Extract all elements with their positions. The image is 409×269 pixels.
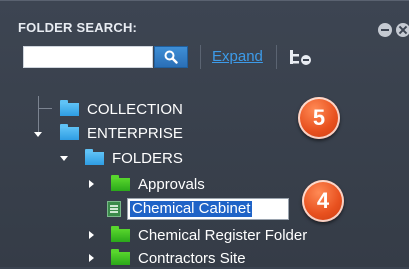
tree-item-label: Chemical Register Folder xyxy=(138,226,308,244)
file-icon xyxy=(107,201,121,217)
tree-item-chemical-register-folder[interactable]: Chemical Register Folder xyxy=(111,224,307,246)
folder-blue-icon xyxy=(60,123,79,140)
rename-selected-text: Chemical Cabinet xyxy=(130,200,253,217)
tree-item-label: FOLDERS xyxy=(112,149,183,167)
tree-item-collection[interactable]: COLLECTION xyxy=(60,98,183,120)
folder-green-icon xyxy=(111,248,130,265)
rename-input[interactable]: Chemical Cabinet xyxy=(127,198,289,220)
folder-green-icon xyxy=(111,174,130,191)
folder-blue-icon xyxy=(85,148,104,165)
tree-item-label: Contractors Site xyxy=(138,249,246,267)
panel-title: FOLDER SEARCH: xyxy=(18,20,138,35)
tree-item-folders[interactable]: FOLDERS xyxy=(85,147,183,169)
tree-item-enterprise[interactable]: ENTERPRISE xyxy=(60,122,183,144)
minimize-icon[interactable] xyxy=(378,23,392,37)
expand-arrow-icon[interactable] xyxy=(89,231,94,239)
search-button[interactable] xyxy=(154,46,188,68)
tree-item-label: ENTERPRISE xyxy=(87,124,183,142)
tree-view-toggle-icon[interactable] xyxy=(288,48,314,66)
tree-item-label: COLLECTION xyxy=(87,100,183,118)
tree-line xyxy=(38,96,39,136)
tree-line xyxy=(38,108,52,109)
callout-badge-5: 5 xyxy=(298,97,340,139)
expand-arrow-icon[interactable] xyxy=(89,254,94,262)
folder-search-input[interactable] xyxy=(23,46,153,68)
toolbar-divider xyxy=(276,45,277,69)
folder-blue-icon xyxy=(60,99,79,116)
tree-item-approvals[interactable]: Approvals xyxy=(111,173,205,195)
close-icon[interactable] xyxy=(396,23,409,37)
tree-item-label: Approvals xyxy=(138,175,205,193)
search-icon xyxy=(164,50,178,64)
collapse-arrow-icon[interactable] xyxy=(34,132,42,137)
folder-green-icon xyxy=(111,225,130,242)
callout-badge-4: 4 xyxy=(302,180,344,222)
tree-item-chemical-cabinet[interactable] xyxy=(107,198,121,220)
expand-arrow-icon[interactable] xyxy=(89,180,94,188)
collapse-arrow-icon[interactable] xyxy=(60,156,68,161)
toolbar-divider xyxy=(200,45,201,69)
expand-link[interactable]: Expand xyxy=(212,48,263,65)
